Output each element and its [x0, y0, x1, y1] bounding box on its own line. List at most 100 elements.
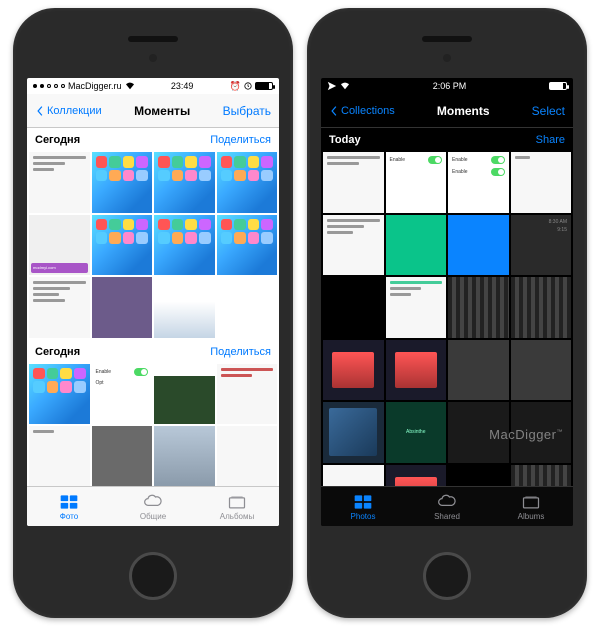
photo-thumbnail[interactable]	[386, 402, 447, 463]
tab-label: Shared	[434, 512, 460, 521]
photo-thumbnail[interactable]	[386, 277, 447, 338]
photo-thumbnail[interactable]	[448, 465, 509, 487]
photo-thumbnail[interactable]	[154, 277, 215, 338]
section-date: Сегодня	[35, 134, 80, 146]
back-button[interactable]: Collections	[329, 105, 395, 117]
photo-thumbnail[interactable]	[217, 152, 278, 213]
photo-thumbnail[interactable]	[92, 152, 153, 213]
select-button[interactable]: Выбрать	[223, 104, 271, 118]
tab-label: Общие	[140, 512, 166, 521]
photo-thumbnail[interactable]	[92, 277, 153, 338]
photo-thumbnail[interactable]	[448, 340, 509, 401]
photo-thumbnail[interactable]	[511, 465, 572, 487]
photo-thumbnail[interactable]	[511, 152, 572, 213]
photo-thumbnail[interactable]	[154, 426, 215, 486]
photo-thumbnail[interactable]	[386, 340, 447, 401]
section-date: Today	[329, 134, 361, 146]
photo-thumbnail[interactable]	[323, 465, 384, 487]
photo-thumbnail[interactable]	[323, 152, 384, 213]
statusbar: 2:06 PM	[321, 78, 573, 94]
photo-thumbnail[interactable]	[323, 340, 384, 401]
photo-thumbnail[interactable]	[217, 215, 278, 276]
tab-label: Фото	[60, 512, 78, 521]
section-date: Сегодня	[35, 346, 80, 358]
photo-thumbnail[interactable]	[323, 215, 384, 276]
tab-shared[interactable]: Общие	[111, 487, 195, 526]
photo-thumbnail[interactable]	[217, 364, 278, 425]
tab-albums[interactable]: Альбомы	[195, 487, 279, 526]
section-header: Today Share	[321, 128, 573, 152]
tab-photos[interactable]: Photos	[321, 487, 405, 526]
photo-thumbnail[interactable]	[154, 152, 215, 213]
tab-shared[interactable]: Shared	[405, 487, 489, 526]
photo-thumbnail[interactable]: YOUR BUSINESS	[154, 364, 215, 425]
photo-thumbnail[interactable]	[511, 402, 572, 463]
photo-thumbnail[interactable]: EnableEnable	[448, 152, 509, 213]
tab-photos[interactable]: Фото	[27, 487, 111, 526]
photo-thumbnail[interactable]	[323, 277, 384, 338]
back-label: Коллекции	[47, 105, 102, 117]
chevron-left-icon	[329, 106, 339, 116]
page-title: Moments	[437, 104, 490, 118]
carrier-label: MacDigger.ru	[68, 81, 122, 91]
photo-thumbnail[interactable]	[217, 426, 278, 486]
clock: 2:06 PM	[433, 81, 467, 91]
photo-thumbnail[interactable]: modmyi.com	[29, 215, 90, 276]
photo-thumbnail[interactable]	[154, 215, 215, 276]
navbar: Collections Moments Select	[321, 94, 573, 128]
chevron-left-icon	[35, 106, 45, 116]
photos-icon	[59, 493, 79, 511]
photo-thumbnail[interactable]	[29, 426, 90, 486]
phone-dark: 2:06 PM Collections Moments Select Today…	[307, 8, 587, 618]
back-button[interactable]: Коллекции	[35, 105, 102, 117]
photo-thumbnail[interactable]	[323, 402, 384, 463]
screen-dark: 2:06 PM Collections Moments Select Today…	[321, 78, 573, 526]
photo-thumbnail[interactable]	[92, 215, 153, 276]
photo-grid: Enable EnableEnable 8:30 AM9:15	[321, 152, 573, 486]
wifi-icon	[125, 82, 135, 90]
photo-thumbnail[interactable]: Enable	[386, 152, 447, 213]
battery-icon	[549, 82, 567, 90]
photo-thumbnail[interactable]	[386, 215, 447, 276]
photo-thumbnail[interactable]	[511, 340, 572, 401]
photo-thumbnail[interactable]	[92, 426, 153, 486]
tab-label: Альбомы	[220, 512, 254, 521]
photo-thumbnail[interactable]	[29, 364, 90, 425]
photo-thumbnail[interactable]: EnableOpt	[92, 364, 153, 425]
albums-icon	[521, 493, 541, 511]
tab-albums[interactable]: Albums	[489, 487, 573, 526]
share-button[interactable]: Share	[536, 134, 565, 146]
back-label: Collections	[341, 105, 395, 117]
share-button[interactable]: Поделиться	[210, 346, 271, 358]
photo-thumbnail[interactable]	[448, 277, 509, 338]
cloud-icon	[143, 493, 163, 511]
battery-icon	[255, 82, 273, 90]
navbar: Коллекции Моменты Выбрать	[27, 94, 279, 128]
content[interactable]: Сегодня Поделиться modmyi.com Сегодня По…	[27, 128, 279, 486]
tabbar: Photos Shared Albums	[321, 486, 573, 526]
albums-icon	[227, 493, 247, 511]
share-button[interactable]: Поделиться	[210, 134, 271, 146]
page-title: Моменты	[134, 104, 190, 118]
clock: 23:49	[171, 81, 194, 91]
photo-grid: modmyi.com	[27, 152, 279, 340]
photos-icon	[353, 493, 373, 511]
photo-thumbnail[interactable]: 8:30 AM9:15	[511, 215, 572, 276]
photo-thumbnail[interactable]	[29, 277, 90, 338]
photo-thumbnail[interactable]	[448, 402, 509, 463]
statusbar: MacDigger.ru 23:49 ⏰	[27, 78, 279, 94]
tab-label: Photos	[351, 512, 376, 521]
rotation-lock-icon	[244, 82, 252, 90]
select-button[interactable]: Select	[532, 104, 565, 118]
tabbar: Фото Общие Альбомы	[27, 486, 279, 526]
section-header: Сегодня Поделиться	[27, 128, 279, 152]
photo-thumbnail[interactable]	[448, 215, 509, 276]
home-button[interactable]	[129, 552, 177, 600]
content[interactable]: Today Share Enable EnableEnable 8:30 AM9…	[321, 128, 573, 486]
home-button[interactable]	[423, 552, 471, 600]
photo-thumbnail[interactable]	[511, 277, 572, 338]
photo-thumbnail[interactable]	[29, 152, 90, 213]
screen-light: MacDigger.ru 23:49 ⏰ Коллекции Моменты В…	[27, 78, 279, 526]
photo-thumbnail[interactable]	[386, 465, 447, 487]
photo-grid: EnableOpt YOUR BUSINESS 20:0023:42	[27, 364, 279, 487]
